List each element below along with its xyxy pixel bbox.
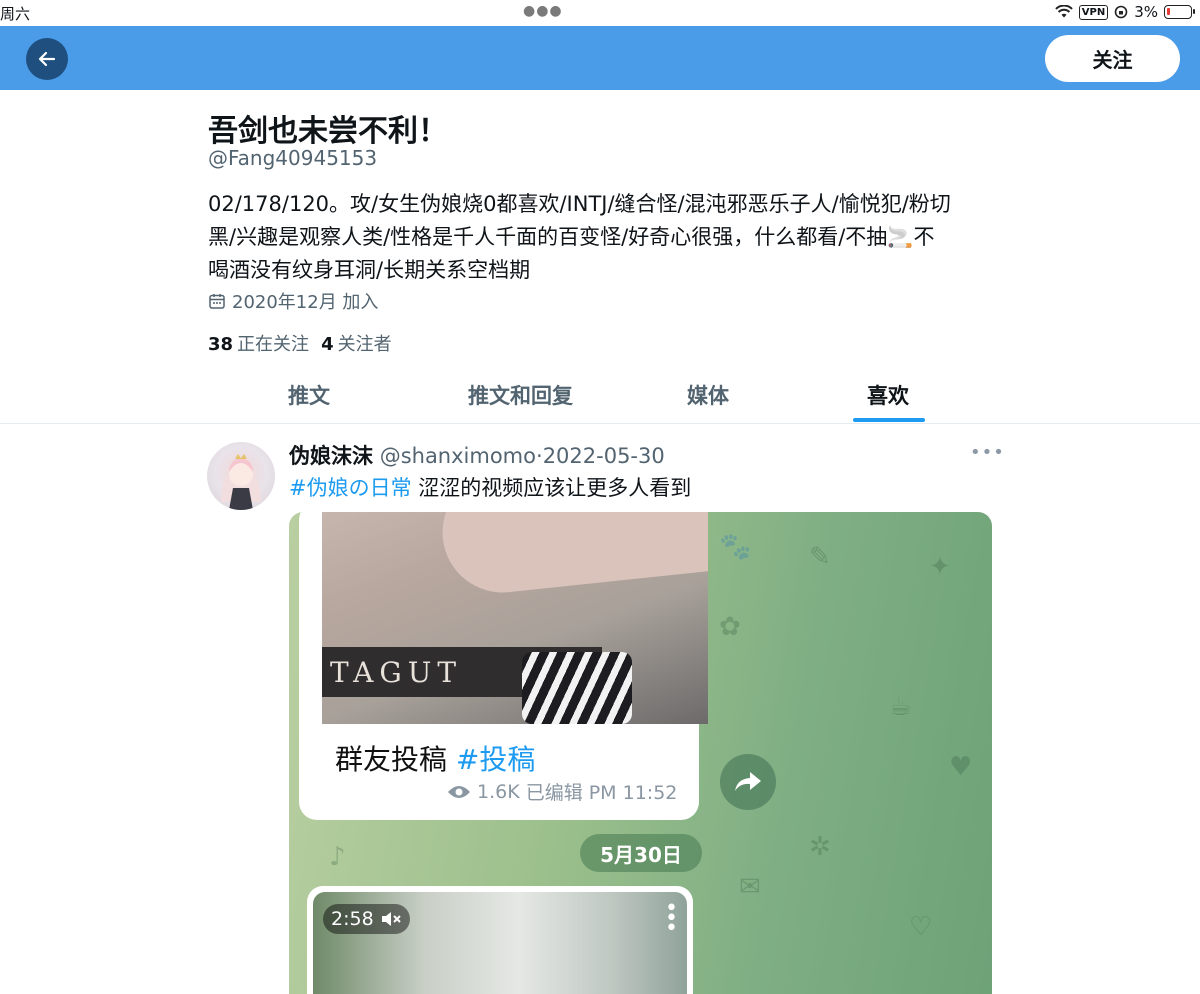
- status-icons: VPN 3%: [1055, 3, 1195, 21]
- photo-shape: [436, 512, 708, 599]
- caption-hashtag: #投稿: [455, 743, 536, 776]
- back-button[interactable]: [26, 38, 68, 80]
- avatar[interactable]: [207, 442, 275, 510]
- doodle-cup-icon: ☕: [889, 692, 913, 722]
- active-tab-indicator: [853, 418, 925, 422]
- video-bubble: 2:58 • • •: [307, 886, 693, 994]
- video-duration: 2:58: [331, 908, 374, 930]
- followers-count: 4: [321, 334, 334, 355]
- photo-book-text: TAGUT: [330, 656, 463, 689]
- doodle-bone-icon: ✎: [809, 542, 831, 572]
- video-duration-badge: 2:58: [323, 904, 410, 934]
- doodle-flower-icon: ✿: [719, 612, 741, 642]
- vpn-badge: VPN: [1078, 4, 1109, 20]
- message-meta: 1.6K 已编辑 PM 11:52: [447, 778, 677, 805]
- tab-tweets-replies[interactable]: 推文和回复: [468, 380, 573, 410]
- tab-tweets[interactable]: 推文: [288, 380, 330, 410]
- share-arrow-icon: [735, 772, 761, 791]
- photo-sock: [522, 652, 632, 724]
- tweet-separator: ·: [536, 444, 543, 468]
- following-link[interactable]: 38 正在关注: [208, 330, 309, 356]
- tweet-handle[interactable]: @shanximomo: [380, 444, 536, 468]
- message-bubble: TAGUT 群友投稿 #投稿 1.6K 已编辑 PM 11:52: [299, 512, 708, 820]
- avatar-illustration: [221, 454, 261, 510]
- message-caption: 群友投稿 #投稿: [335, 738, 535, 778]
- doodle-strawberry-icon: ♥: [949, 752, 973, 782]
- doodle-music-icon: ♪: [329, 842, 346, 872]
- followers-link[interactable]: 4 关注者: [321, 330, 392, 356]
- date-pill: 5月30日: [580, 834, 702, 872]
- video-menu-icon[interactable]: • • •: [665, 898, 678, 940]
- join-date-text: 2020年12月 加入: [232, 292, 379, 313]
- caption-text: 群友投稿: [335, 743, 448, 776]
- tweet-date[interactable]: 2022-05-30: [543, 444, 665, 468]
- arrow-left-icon: [38, 51, 56, 67]
- tweet-author[interactable]: 伪娘沫沫: [289, 444, 373, 468]
- profile-header: 关注: [0, 26, 1200, 90]
- bio-line: 黑/兴趣是观察人类/性格是千人千面的百变怪/好奇心很强，什么都看/不抽🚬不: [208, 225, 935, 249]
- tweet-hashtag[interactable]: #伪娘の日常: [289, 476, 412, 500]
- profile-bio: 02/178/120。攻/女生伪娘烧0都喜欢/INTJ/缝合怪/混沌邪恶乐子人/…: [208, 188, 998, 287]
- message-photo[interactable]: TAGUT: [322, 512, 708, 724]
- profile-name: 吾剑也未尝不利！: [208, 114, 448, 149]
- mute-icon[interactable]: [380, 910, 402, 928]
- tweet-header: 伪娘沫沫 @shanximomo·2022-05-30: [289, 440, 665, 470]
- battery-percent: 3%: [1134, 3, 1158, 21]
- following-label: 正在关注: [237, 334, 310, 355]
- status-bar: 周六 ●●● VPN 3%: [0, 0, 1200, 26]
- followers-label: 关注者: [337, 334, 392, 355]
- more-options-icon[interactable]: •••: [970, 442, 1005, 463]
- video-thumbnail[interactable]: 2:58 • • •: [313, 892, 687, 994]
- bio-line: 02/178/120。攻/女生伪娘烧0都喜欢/INTJ/缝合怪/混沌邪恶乐子人/…: [208, 192, 951, 216]
- join-date: 2020年12月 加入: [208, 288, 378, 314]
- eye-icon: [448, 785, 470, 798]
- forward-button[interactable]: [720, 754, 776, 810]
- doodle-pineapple-icon: ✲: [809, 832, 831, 862]
- profile-handle: @Fang40945153: [208, 146, 378, 170]
- doodle-dog-icon: 🐾: [719, 532, 752, 562]
- view-count: 1.6K: [477, 780, 520, 803]
- doodle-star-icon: ✦: [929, 552, 951, 582]
- wifi-icon: [1055, 5, 1073, 18]
- following-count: 38: [208, 334, 234, 355]
- calendar-icon: [209, 294, 225, 309]
- multitask-dots-icon[interactable]: ●●●: [523, 3, 563, 19]
- follow-stats: 38 正在关注 4 关注者: [208, 330, 392, 356]
- rotation-lock-icon: [1114, 5, 1128, 19]
- doodle-heart-icon: ♡: [909, 912, 933, 942]
- tweet-text: #伪娘の日常 涩涩的视频应该让更多人看到: [289, 472, 691, 502]
- status-day: 周六: [0, 5, 31, 23]
- edited-time: 已编辑 PM 11:52: [525, 782, 678, 804]
- tab-likes[interactable]: 喜欢: [867, 380, 909, 410]
- profile-tabs: 推文 推文和回复 媒体 喜欢: [0, 368, 1200, 424]
- battery-icon: [1164, 5, 1195, 19]
- follow-button[interactable]: 关注: [1045, 35, 1180, 82]
- tweet-media[interactable]: 🐾 ✎ ✦ ✿ ☕ ♥ ✲ ✉ ♡ ♪ TAGUT 群友投稿 #投稿 1.6K …: [289, 512, 992, 994]
- tweet-body: 涩涩的视频应该让更多人看到: [411, 476, 692, 500]
- doodle-envelope-icon: ✉: [739, 872, 761, 902]
- bio-line: 喝酒没有纹身耳洞/长期关系空档期: [208, 258, 531, 282]
- tab-media[interactable]: 媒体: [687, 380, 729, 410]
